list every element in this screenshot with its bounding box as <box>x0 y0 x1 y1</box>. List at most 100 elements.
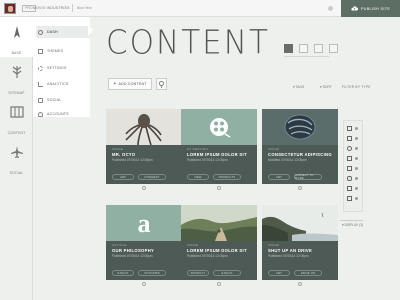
content-card[interactable]: IMAGE CONSECTETUR ADIPISCING Modified 07/0… <box>262 109 338 184</box>
card-select-radio[interactable] <box>298 186 302 190</box>
content-card[interactable]: IMAGE MR. OCTO Published 07/06/14 12:05pm A… <box>106 109 182 184</box>
rail-item-sitemap[interactable]: SITEMAP <box>0 57 33 97</box>
card-select-radio[interactable] <box>298 282 302 286</box>
card-tag[interactable]: SUBJECT TO MORE <box>294 174 322 180</box>
card-title: CONSECTETUR ADIPISCING <box>268 151 332 157</box>
rail-item-base[interactable]: BASE <box>0 17 33 57</box>
link-icon <box>347 176 352 181</box>
filter-row-event[interactable] <box>347 185 361 192</box>
accounts-icon <box>38 111 43 117</box>
divider <box>284 56 329 57</box>
nav-item-analytics[interactable]: ANALYTICS <box>36 78 90 90</box>
card-title: MR. OCTO <box>112 151 136 157</box>
card-select-radio[interactable] <box>217 186 221 190</box>
grid-view-icon[interactable] <box>284 44 293 53</box>
card-tag[interactable]: OCTOPIDS <box>138 270 166 276</box>
nav-item-themes[interactable]: THEMES <box>36 45 90 57</box>
add-content-button[interactable]: + ADD CONTENT <box>108 78 152 90</box>
nav-item-label: SOCIAL <box>47 98 62 102</box>
cloud-upload-icon <box>351 6 358 11</box>
filter-row-article[interactable] <box>347 155 361 162</box>
toggle-dot <box>355 127 358 130</box>
card-title: SHUT UP AN DRIVE <box>268 247 313 253</box>
card-date: Published 07/06/14 12:05pm <box>187 253 228 258</box>
rail-item-content[interactable]: CONTENT <box>0 97 33 137</box>
content-card[interactable]: IMAGE SHUT UP AN DRIVE Published 07/06/14 … <box>262 205 338 280</box>
map-icon <box>347 196 352 201</box>
rail-item-label: SOCIAL <box>9 171 24 175</box>
analytics-icon <box>38 81 43 87</box>
card-select-radio[interactable] <box>217 282 221 286</box>
toggle-dot <box>355 147 358 150</box>
tags-dropdown[interactable]: ▾ TAGS <box>293 85 304 89</box>
filter-row-link[interactable] <box>347 175 361 182</box>
nav-item-dash[interactable]: DASH <box>36 26 90 38</box>
card-type: IMAGE <box>112 147 124 151</box>
card-thumbnail <box>262 109 338 145</box>
card-tag[interactable]: PRODUCT <box>187 270 209 276</box>
nav-item-label: ANALYTICS <box>47 82 69 86</box>
filter-row-audio[interactable] <box>347 145 361 152</box>
card-thumbnail <box>262 205 338 241</box>
list-view-icon[interactable] <box>299 44 308 53</box>
card-title: LOREM IPSUM DOLOR SIT <box>187 247 247 253</box>
social-icon <box>38 97 43 103</box>
card-tag[interactable]: DRIVE ON <box>294 270 322 276</box>
card-date: Published 07/06/14 12:05pm <box>112 253 153 258</box>
card-tag[interactable]: NEW <box>187 174 209 180</box>
avatar[interactable] <box>4 3 16 14</box>
content-card[interactable]: ST SESSION LOREM IPSUM DOLOR SIT Published… <box>181 109 257 184</box>
svg-text:a: a <box>138 209 151 238</box>
file-icon <box>347 166 352 171</box>
add-content-label: ADD CONTENT <box>118 82 147 86</box>
card-select-radio[interactable] <box>142 282 146 286</box>
ideas-button[interactable] <box>156 78 167 90</box>
card-tag[interactable]: ART <box>268 270 290 276</box>
card-tag[interactable]: ETHICS <box>112 270 134 276</box>
sort-dropdown[interactable]: ▾ SORT <box>320 85 332 89</box>
card-date: Published 07/06/14 12:05pm <box>112 157 153 162</box>
filter-row-video[interactable] <box>347 135 361 142</box>
rail-item-label: CONTENT <box>7 131 26 135</box>
breadcrumb[interactable]: Blue Hive <box>77 6 92 10</box>
filter-row-map[interactable] <box>347 195 361 202</box>
nav-item-accounts[interactable]: ACCOUNTS <box>36 110 90 118</box>
card-tag[interactable]: ETHICS <box>213 270 241 276</box>
card-tag[interactable]: PRODUCTS <box>213 174 241 180</box>
app-rail: BASE SITEMAP CONTENT SOCIAL <box>0 17 33 300</box>
notification-icon[interactable] <box>328 6 333 11</box>
filter-row-file[interactable] <box>347 165 361 172</box>
divider <box>340 220 363 221</box>
rail-item-social[interactable]: SOCIAL <box>0 137 33 177</box>
filter-row-image[interactable] <box>347 125 361 132</box>
card-date: Published 07/06/14 12:05pm <box>187 157 228 162</box>
plus-icon: + <box>113 81 117 87</box>
content-card[interactable]: a ARTICLE OUR PHILOSOPHY Published 07/06/14… <box>106 205 182 280</box>
card-tag[interactable]: INTEREST <box>138 174 166 180</box>
nav-item-social[interactable]: SOCIAL <box>36 94 90 106</box>
display-dropdown[interactable]: ▾ DISPLAY (3) <box>342 223 363 227</box>
settings-icon <box>38 65 43 71</box>
compact-view-icon[interactable] <box>314 44 323 53</box>
table-view-icon[interactable] <box>329 44 338 53</box>
card-type: ST SESSION <box>187 147 208 151</box>
nav-item-label: THEMES <box>47 49 64 53</box>
nav-item-settings[interactable]: SETTINGS <box>36 62 90 74</box>
card-title: LOREM IPSUM DOLOR SIT <box>187 151 247 157</box>
tags-label: TAGS <box>295 85 305 89</box>
content-card[interactable]: IMAGE LOREM IPSUM DOLOR SIT Published 07/0… <box>181 205 257 280</box>
view-toggle <box>284 44 338 53</box>
themes-icon <box>38 48 43 54</box>
top-bar: PRO MOVIX INDUSTRIES Blue Hive PUBLISH S… <box>0 0 400 17</box>
video-icon <box>347 136 352 141</box>
card-tag[interactable]: ART <box>112 174 134 180</box>
toggle-dot <box>355 197 358 200</box>
image-icon <box>347 126 352 131</box>
organization-name[interactable]: MOVIX INDUSTRIES <box>33 6 70 10</box>
card-select-radio[interactable] <box>142 186 146 190</box>
card-tag[interactable]: ART <box>268 174 290 180</box>
card-type: IMAGE <box>268 147 280 151</box>
publish-button[interactable]: PUBLISH SITE <box>341 0 400 17</box>
card-type: IMAGE <box>187 243 199 247</box>
filter-label: FILTER BY TYPE <box>342 85 371 89</box>
